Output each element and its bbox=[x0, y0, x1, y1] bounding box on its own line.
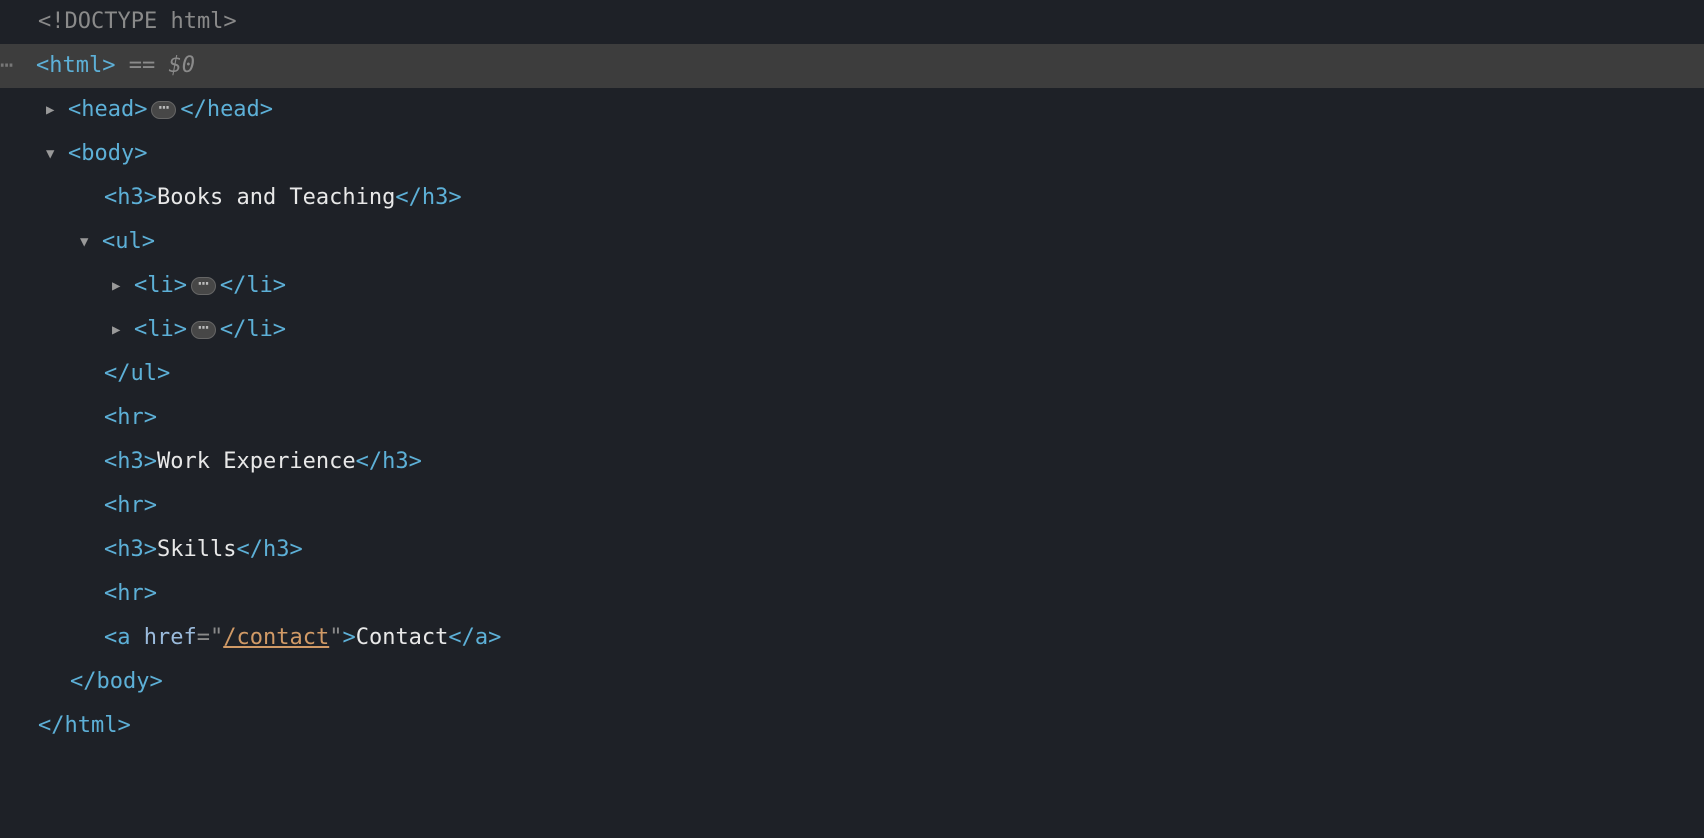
dom-node-h3-3[interactable]: <h3>Skills</h3> bbox=[0, 528, 1704, 572]
collapse-arrow-icon[interactable] bbox=[80, 220, 102, 264]
tag-h3-open: <h3> bbox=[104, 176, 157, 220]
dom-node-anchor[interactable]: <a href="/contact">Contact</a> bbox=[0, 616, 1704, 660]
tag-li-close: </li> bbox=[220, 308, 286, 352]
dom-node-hr-1[interactable]: <hr> bbox=[0, 396, 1704, 440]
h3-text-2: Work Experience bbox=[157, 440, 356, 484]
dom-node-li-2[interactable]: <li> </li> bbox=[0, 308, 1704, 352]
ellipsis-icon[interactable] bbox=[151, 101, 176, 119]
ellipsis-icon[interactable] bbox=[191, 277, 216, 295]
dom-node-body-close[interactable]: </body> bbox=[0, 660, 1704, 704]
attr-eq: = bbox=[197, 616, 210, 660]
dom-node-head[interactable]: <head> </head> bbox=[0, 88, 1704, 132]
dom-node-li-1[interactable]: <li> </li> bbox=[0, 264, 1704, 308]
tag-h3-open: <h3> bbox=[104, 528, 157, 572]
dom-node-html-close[interactable]: </html> bbox=[0, 704, 1704, 748]
attr-quote-open: " bbox=[210, 616, 223, 660]
tag-hr: <hr> bbox=[104, 396, 157, 440]
attr-name-href: href bbox=[144, 616, 197, 660]
dom-node-ul-close[interactable]: </ul> bbox=[0, 352, 1704, 396]
tag-ul-open: <ul> bbox=[102, 220, 155, 264]
dom-node-html-selected[interactable]: ⋯ <html> == $0 bbox=[0, 44, 1704, 88]
tag-a-open-2: > bbox=[342, 616, 355, 660]
tag-head-close: </head> bbox=[180, 88, 273, 132]
a-text: Contact bbox=[356, 616, 449, 660]
selected-eq: == bbox=[115, 44, 168, 88]
h3-text-1: Books and Teaching bbox=[157, 176, 395, 220]
tag-ul-close: </ul> bbox=[104, 352, 170, 396]
attr-value-href[interactable]: /contact bbox=[223, 616, 329, 660]
dom-node-doctype[interactable]: <!DOCTYPE html> bbox=[0, 0, 1704, 44]
dom-node-ul-open[interactable]: <ul> bbox=[0, 220, 1704, 264]
attr-quote-close: " bbox=[329, 616, 342, 660]
tag-li-close: </li> bbox=[220, 264, 286, 308]
tag-h3-open: <h3> bbox=[104, 440, 157, 484]
gutter-dots-icon: ⋯ bbox=[0, 44, 36, 88]
tag-hr: <hr> bbox=[104, 484, 157, 528]
tag-li-open: <li> bbox=[134, 308, 187, 352]
tag-body-close: </body> bbox=[70, 660, 163, 704]
tag-head-open: <head> bbox=[68, 88, 147, 132]
tag-h3-close: </h3> bbox=[395, 176, 461, 220]
tag-html-close: </html> bbox=[38, 704, 131, 748]
dom-node-h3-2[interactable]: <h3>Work Experience</h3> bbox=[0, 440, 1704, 484]
dom-node-hr-2[interactable]: <hr> bbox=[0, 484, 1704, 528]
dom-node-body-open[interactable]: <body> bbox=[0, 132, 1704, 176]
devtools-elements-panel[interactable]: <!DOCTYPE html> ⋯ <html> == $0 <head> </… bbox=[0, 0, 1704, 748]
tag-hr: <hr> bbox=[104, 572, 157, 616]
tag-a-close: </a> bbox=[448, 616, 501, 660]
expand-arrow-icon[interactable] bbox=[112, 308, 134, 352]
dom-node-h3-1[interactable]: <h3>Books and Teaching</h3> bbox=[0, 176, 1704, 220]
tag-a-open-1: <a bbox=[104, 616, 144, 660]
expand-arrow-icon[interactable] bbox=[112, 264, 134, 308]
tag-h3-close: </h3> bbox=[356, 440, 422, 484]
h3-text-3: Skills bbox=[157, 528, 236, 572]
tag-body-open: <body> bbox=[68, 132, 147, 176]
expand-arrow-icon[interactable] bbox=[46, 88, 68, 132]
dom-node-hr-3[interactable]: <hr> bbox=[0, 572, 1704, 616]
doctype-text: <!DOCTYPE html> bbox=[38, 0, 237, 44]
tag-h3-close: </h3> bbox=[236, 528, 302, 572]
tag-html-open: <html> bbox=[36, 44, 115, 88]
collapse-arrow-icon[interactable] bbox=[46, 132, 68, 176]
selected-var: $0 bbox=[168, 44, 195, 88]
ellipsis-icon[interactable] bbox=[191, 321, 216, 339]
tag-li-open: <li> bbox=[134, 264, 187, 308]
